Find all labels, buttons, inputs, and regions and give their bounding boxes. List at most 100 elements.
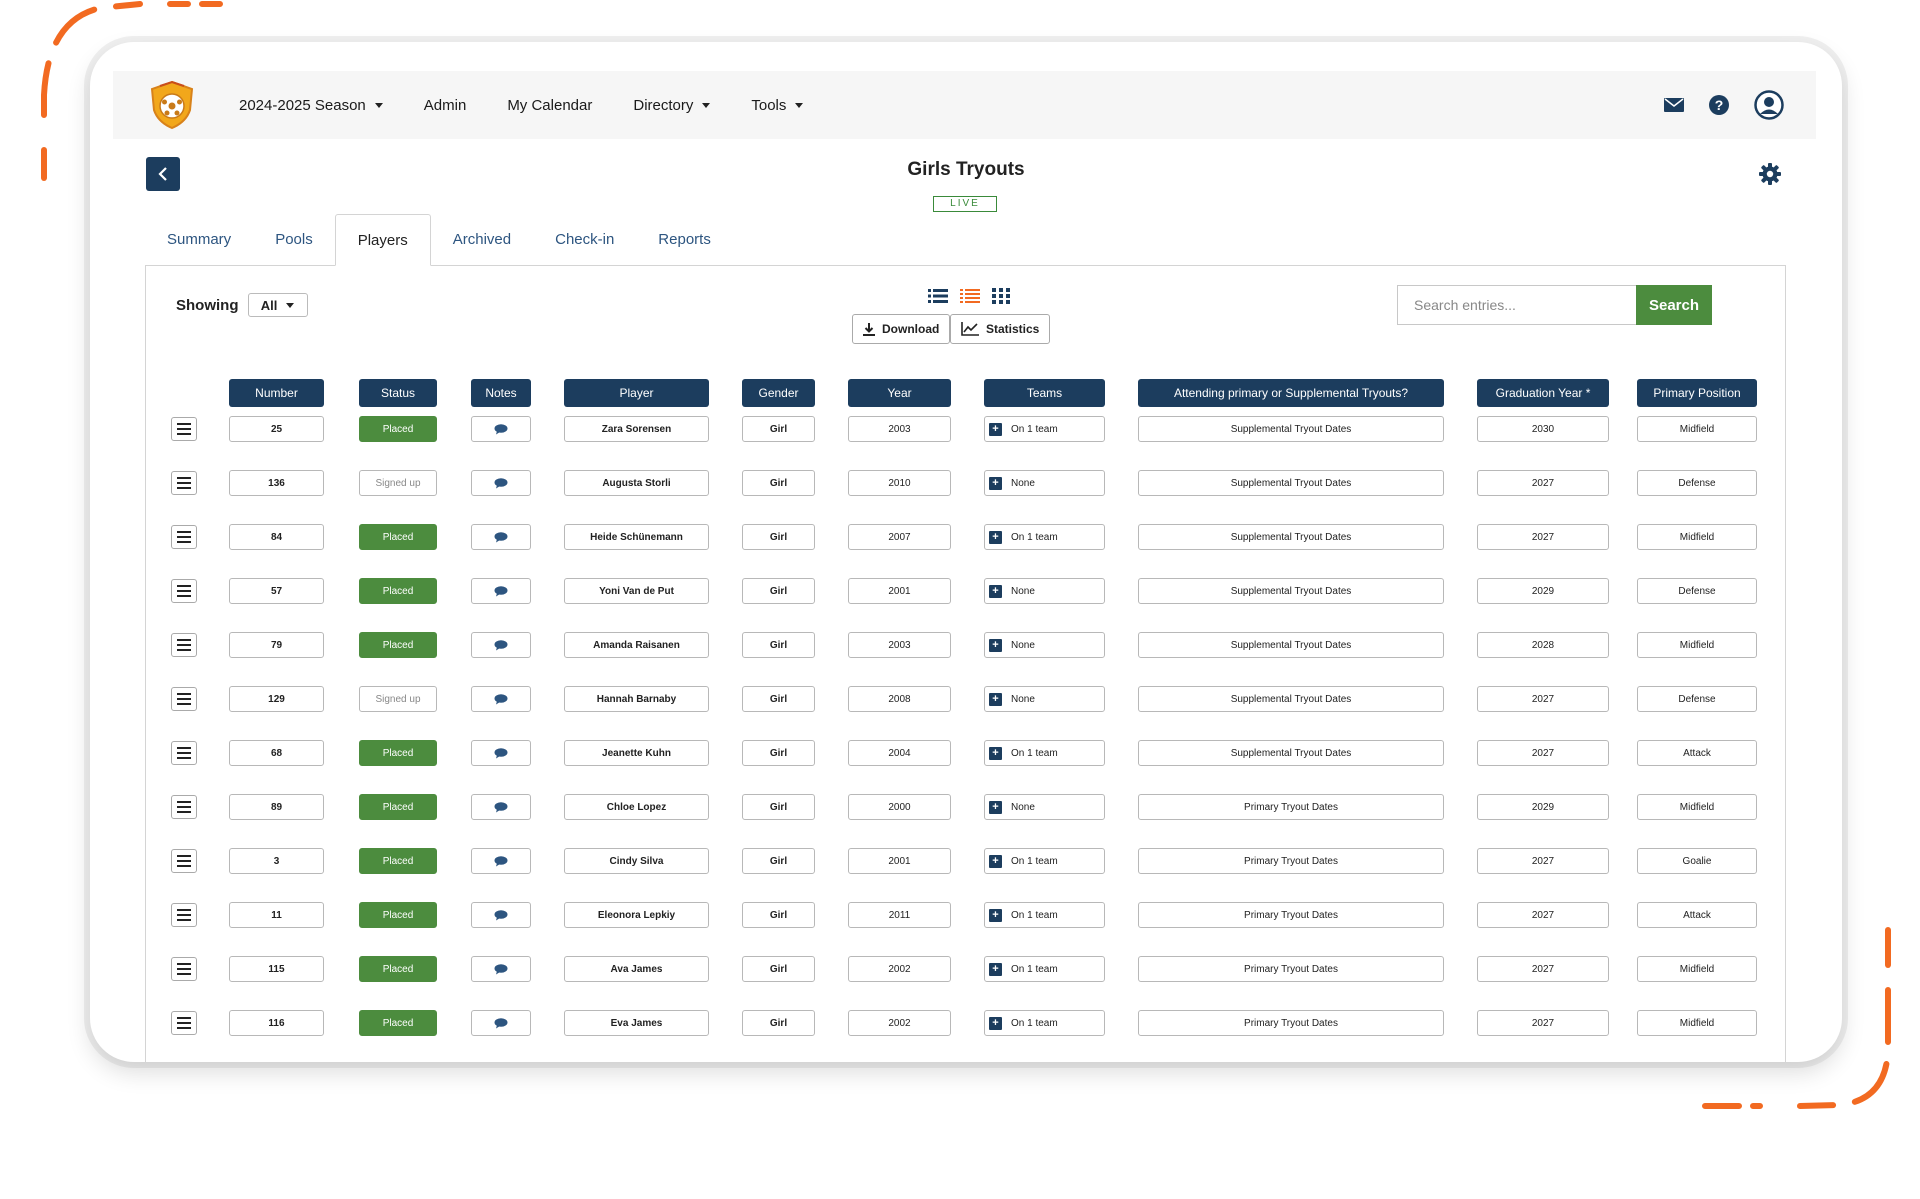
status-badge[interactable]: Signed up (359, 470, 437, 496)
nav-directory-dropdown[interactable]: Directory (633, 97, 711, 114)
player-name-field[interactable]: Hannah Barnaby (564, 686, 709, 712)
gender-field[interactable]: Girl (742, 686, 815, 712)
teams-field[interactable]: + None (984, 794, 1105, 820)
gender-field[interactable]: Girl (742, 632, 815, 658)
plus-square-icon[interactable]: + (989, 422, 1002, 436)
status-badge[interactable]: Placed (359, 848, 437, 874)
notes-button[interactable] (471, 632, 531, 658)
gender-field[interactable]: Girl (742, 740, 815, 766)
status-badge[interactable]: Placed (359, 578, 437, 604)
column-header-number[interactable]: Number (229, 379, 324, 407)
number-field[interactable]: 79 (229, 632, 324, 658)
row-menu-button[interactable] (171, 903, 197, 927)
player-name-field[interactable]: Cindy Silva (564, 848, 709, 874)
birth-year-field[interactable]: 2000 (848, 794, 951, 820)
notes-button[interactable] (471, 524, 531, 550)
row-menu-button[interactable] (171, 579, 197, 603)
birth-year-field[interactable]: 2001 (848, 848, 951, 874)
row-menu-button[interactable] (171, 633, 197, 657)
gender-field[interactable]: Girl (742, 848, 815, 874)
plus-square-icon[interactable]: + (989, 854, 1002, 868)
tab-pools[interactable]: Pools (253, 214, 335, 266)
primary-position-field[interactable]: Attack (1637, 740, 1757, 766)
plus-square-icon[interactable]: + (989, 530, 1002, 544)
primary-position-field[interactable]: Defense (1637, 686, 1757, 712)
player-name-field[interactable]: Zara Sorensen (564, 416, 709, 442)
teams-field[interactable]: + None (984, 470, 1105, 496)
number-field[interactable]: 129 (229, 686, 324, 712)
column-header-gender[interactable]: Gender (742, 379, 815, 407)
column-header-attending[interactable]: Attending primary or Supplemental Tryout… (1138, 379, 1444, 407)
graduation-year-field[interactable]: 2027 (1477, 956, 1609, 982)
graduation-year-field[interactable]: 2027 (1477, 902, 1609, 928)
plus-square-icon[interactable]: + (989, 584, 1002, 598)
plus-square-icon[interactable]: + (989, 800, 1002, 814)
attending-field[interactable]: Supplemental Tryout Dates (1138, 416, 1444, 442)
attending-field[interactable]: Supplemental Tryout Dates (1138, 686, 1444, 712)
list-view-icon[interactable] (928, 288, 948, 304)
birth-year-field[interactable]: 2003 (848, 632, 951, 658)
row-menu-button[interactable] (171, 417, 197, 441)
column-header-primary-position[interactable]: Primary Position (1637, 379, 1757, 407)
column-header-teams[interactable]: Teams (984, 379, 1105, 407)
primary-position-field[interactable]: Midfield (1637, 524, 1757, 550)
notes-button[interactable] (471, 1010, 531, 1036)
graduation-year-field[interactable]: 2027 (1477, 1010, 1609, 1036)
status-badge[interactable]: Placed (359, 956, 437, 982)
birth-year-field[interactable]: 2010 (848, 470, 951, 496)
search-input[interactable] (1397, 285, 1637, 325)
attending-field[interactable]: Supplemental Tryout Dates (1138, 578, 1444, 604)
player-name-field[interactable]: Yoni Van de Put (564, 578, 709, 604)
birth-year-field[interactable]: 2002 (848, 1010, 951, 1036)
plus-square-icon[interactable]: + (989, 962, 1002, 976)
graduation-year-field[interactable]: 2029 (1477, 794, 1609, 820)
attending-field[interactable]: Supplemental Tryout Dates (1138, 524, 1444, 550)
plus-square-icon[interactable]: + (989, 908, 1002, 922)
player-name-field[interactable]: Amanda Raisanen (564, 632, 709, 658)
attending-field[interactable]: Primary Tryout Dates (1138, 1010, 1444, 1036)
showing-select[interactable]: All (247, 293, 308, 317)
shield-soccer-ball-logo[interactable] (149, 80, 195, 130)
primary-position-field[interactable]: Midfield (1637, 794, 1757, 820)
primary-position-field[interactable]: Goalie (1637, 848, 1757, 874)
graduation-year-field[interactable]: 2028 (1477, 632, 1609, 658)
plus-square-icon[interactable]: + (989, 476, 1002, 490)
graduation-year-field[interactable]: 2029 (1477, 578, 1609, 604)
gender-field[interactable]: Girl (742, 1010, 815, 1036)
teams-field[interactable]: + On 1 team (984, 848, 1105, 874)
plus-square-icon[interactable]: + (989, 692, 1002, 706)
teams-field[interactable]: + On 1 team (984, 416, 1105, 442)
plus-square-icon[interactable]: + (989, 638, 1002, 652)
status-badge[interactable]: Placed (359, 524, 437, 550)
player-name-field[interactable]: Augusta Storli (564, 470, 709, 496)
status-badge[interactable]: Placed (359, 1010, 437, 1036)
plus-square-icon[interactable]: + (989, 746, 1002, 760)
number-field[interactable]: 84 (229, 524, 324, 550)
player-name-field[interactable]: Eva James (564, 1010, 709, 1036)
attending-field[interactable]: Primary Tryout Dates (1138, 956, 1444, 982)
row-menu-button[interactable] (171, 1011, 197, 1035)
player-name-field[interactable]: Eleonora Lepkiy (564, 902, 709, 928)
gender-field[interactable]: Girl (742, 416, 815, 442)
primary-position-field[interactable]: Defense (1637, 578, 1757, 604)
notes-button[interactable] (471, 416, 531, 442)
number-field[interactable]: 116 (229, 1010, 324, 1036)
row-menu-button[interactable] (171, 741, 197, 765)
number-field[interactable]: 115 (229, 956, 324, 982)
teams-field[interactable]: + None (984, 578, 1105, 604)
teams-field[interactable]: + None (984, 632, 1105, 658)
status-badge[interactable]: Placed (359, 902, 437, 928)
attending-field[interactable]: Primary Tryout Dates (1138, 848, 1444, 874)
primary-position-field[interactable]: Attack (1637, 902, 1757, 928)
teams-field[interactable]: + On 1 team (984, 902, 1105, 928)
row-menu-button[interactable] (171, 525, 197, 549)
number-field[interactable]: 3 (229, 848, 324, 874)
gender-field[interactable]: Girl (742, 470, 815, 496)
gender-field[interactable]: Girl (742, 794, 815, 820)
teams-field[interactable]: + On 1 team (984, 956, 1105, 982)
player-name-field[interactable]: Chloe Lopez (564, 794, 709, 820)
birth-year-field[interactable]: 2003 (848, 416, 951, 442)
grid-view-icon[interactable] (992, 288, 1010, 304)
search-button[interactable]: Search (1636, 285, 1712, 325)
column-header-status[interactable]: Status (359, 379, 437, 407)
